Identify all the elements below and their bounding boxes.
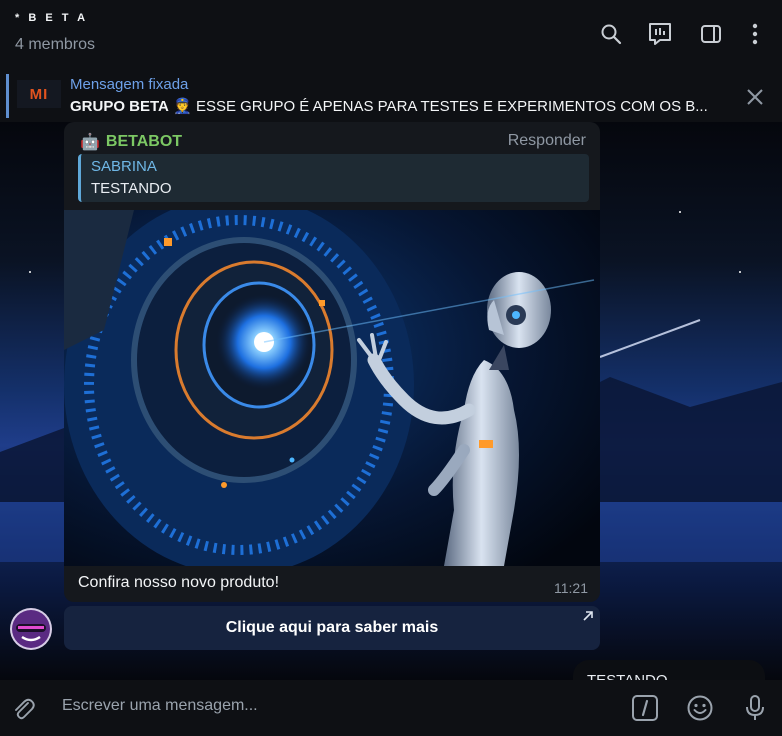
- close-icon[interactable]: [744, 86, 766, 108]
- external-link-icon: [583, 611, 593, 621]
- chat-header[interactable]: * B E T A 4 membros: [0, 0, 782, 68]
- message-input-bar: [0, 680, 782, 736]
- pinned-body: ESSE GRUPO É APENAS PARA TESTES E EXPERI…: [195, 98, 708, 115]
- microphone-icon[interactable]: [740, 693, 770, 723]
- photo-caption: Confira nosso novo produto!: [78, 574, 280, 591]
- reply-button[interactable]: Responder: [508, 132, 586, 150]
- sidebar-toggle-icon[interactable]: [697, 20, 725, 48]
- bot-commands-icon[interactable]: [630, 693, 660, 723]
- pinned-group-name: GRUPO BETA: [70, 98, 169, 115]
- message-input[interactable]: [60, 696, 604, 716]
- reply-quote[interactable]: SABRINA TESTANDO: [78, 154, 589, 202]
- pinned-thumbnail-logo: MI: [29, 85, 49, 103]
- outgoing-text: TESTANDO: [587, 672, 668, 680]
- police-emoji: 👮: [173, 98, 192, 115]
- message-time: 11:21: [554, 580, 588, 596]
- more-vertical-icon[interactable]: [741, 20, 769, 48]
- members-count: 4 membros: [15, 36, 96, 53]
- search-icon[interactable]: [597, 20, 625, 48]
- quote-text: TESTANDO: [91, 180, 172, 197]
- inline-link-button[interactable]: Clique aqui para saber mais: [64, 606, 600, 650]
- message-sender[interactable]: 🤖 BETABOT: [80, 132, 182, 152]
- emoji-icon[interactable]: [685, 693, 715, 723]
- pinned-message-bar[interactable]: MI Mensagem fixada GRUPO BETA 👮 ESSE GRU…: [0, 68, 782, 122]
- pinned-accent: [6, 74, 9, 118]
- message-photo[interactable]: [64, 210, 600, 566]
- poll-icon[interactable]: [646, 20, 674, 48]
- inline-button-label: Clique aqui para saber mais: [225, 619, 439, 636]
- avatar[interactable]: [10, 608, 52, 650]
- pinned-text: GRUPO BETA 👮 ESSE GRUPO É APENAS PARA TE…: [70, 97, 708, 115]
- outgoing-message[interactable]: TESTANDO: [573, 660, 765, 680]
- quote-author: SABRINA: [91, 158, 157, 175]
- chat-title: * B E T A: [15, 12, 89, 24]
- pinned-label: Mensagem fixada: [70, 76, 189, 93]
- attach-icon[interactable]: [8, 693, 38, 723]
- message-bubble[interactable]: 🤖 BETABOT Responder SABRINA TESTANDO Con…: [64, 122, 600, 602]
- chat-area[interactable]: 🤖 BETABOT Responder SABRINA TESTANDO Con…: [0, 122, 782, 680]
- sender-name: BETABOT: [105, 133, 183, 150]
- pinned-thumbnail: MI: [17, 80, 61, 108]
- robot-emoji: 🤖: [80, 134, 100, 151]
